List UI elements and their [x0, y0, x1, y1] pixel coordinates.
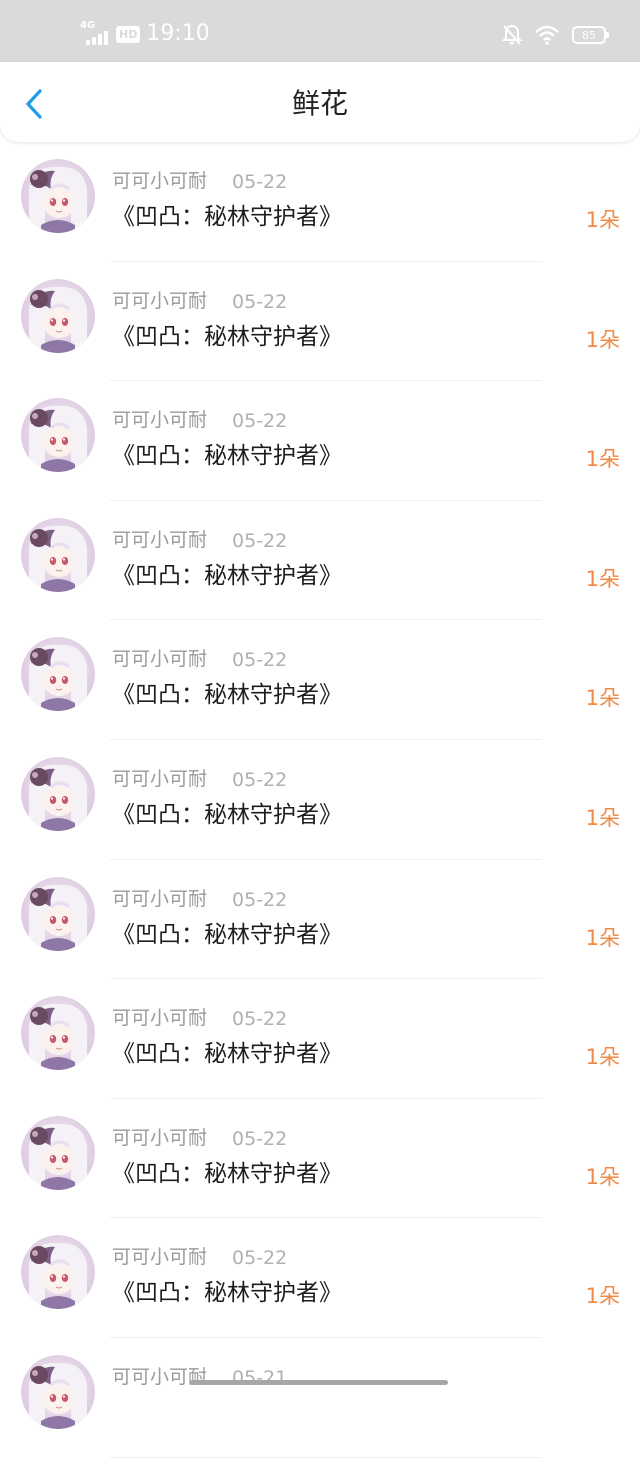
- user-name[interactable]: 可可小可耐: [112, 1126, 207, 1150]
- home-indicator[interactable]: [190, 1380, 448, 1385]
- list-item[interactable]: 可可小可耐 05-22 《凹凸：秘林守护者》 1朵: [0, 860, 640, 980]
- user-name[interactable]: 可可小可耐: [112, 1245, 207, 1269]
- flower-count: 1朵: [585, 925, 620, 950]
- list-item[interactable]: 可可小可耐 05-22 《凹凸：秘林守护者》 1朵: [0, 620, 640, 740]
- book-title: 《凹凸：秘林守护者》: [112, 1280, 342, 1307]
- list-item[interactable]: 可可小可耐 05-22 《凹凸：秘林守护者》 1朵: [0, 979, 640, 1099]
- avatar-art: [21, 637, 95, 712]
- avatar[interactable]: [21, 1115, 95, 1190]
- status-left: 4G HD 19:10: [80, 18, 210, 50]
- user-name[interactable]: 可可小可耐: [112, 1365, 207, 1389]
- list-item[interactable]: 可可小可耐 05-22 《凹凸：秘林守护者》 1朵: [0, 142, 640, 262]
- avatar[interactable]: [21, 996, 95, 1071]
- gift-date: 05-22: [232, 1247, 288, 1270]
- nav-bar: 鲜花: [0, 62, 640, 142]
- gift-date: 05-22: [232, 171, 288, 193]
- avatar[interactable]: [21, 876, 95, 951]
- user-name[interactable]: 可可小可耐: [112, 408, 207, 432]
- book-title: 《凹凸：秘林守护者》: [112, 921, 342, 948]
- status-right: 85: [502, 22, 609, 48]
- signal-icon: 4G: [80, 21, 112, 47]
- book-title: 《凹凸：秘林守护者》: [112, 443, 342, 470]
- avatar-art: [21, 517, 95, 592]
- book-title: 《凹凸：秘林守护者》: [112, 562, 342, 589]
- avatar[interactable]: [21, 278, 95, 353]
- wifi-icon: [535, 25, 559, 45]
- gift-date: 05-22: [232, 649, 288, 672]
- battery-icon: 85: [572, 26, 609, 44]
- avatar-art: [21, 159, 95, 233]
- status-bar: 4G HD 19:10 85: [0, 0, 640, 62]
- flower-count: 1朵: [585, 566, 620, 591]
- avatar[interactable]: [21, 1235, 95, 1310]
- battery-level: 85: [582, 28, 596, 42]
- user-name[interactable]: 可可小可耐: [112, 528, 207, 552]
- user-name[interactable]: 可可小可耐: [112, 289, 207, 313]
- flower-count: 1朵: [585, 686, 620, 711]
- mute-bell-icon: [502, 24, 522, 45]
- gift-date: 05-22: [232, 290, 288, 313]
- hd-badge: HD: [116, 25, 141, 43]
- avatar[interactable]: [21, 517, 95, 592]
- book-title: 《凹凸：秘林守护者》: [112, 1160, 342, 1187]
- avatar[interactable]: [21, 159, 95, 233]
- avatar-art: [21, 876, 95, 951]
- gift-date: 05-22: [232, 1127, 288, 1150]
- book-title: 《凹凸：秘林守护者》: [112, 801, 342, 828]
- list-item[interactable]: 可可小可耐 05-22 《凹凸：秘林守护者》 1朵: [0, 1218, 640, 1338]
- avatar-art: [21, 756, 95, 831]
- book-title: 《凹凸：秘林守护者》: [112, 1041, 342, 1068]
- book-title: 《凹凸：秘林守护者》: [112, 682, 342, 709]
- user-name[interactable]: 可可小可耐: [112, 1006, 207, 1030]
- avatar-art: [21, 1115, 95, 1190]
- network-type: 4G: [80, 20, 96, 31]
- list-item[interactable]: 可可小可耐 05-22 《凹凸：秘林守护者》 1朵: [0, 501, 640, 621]
- flower-count: 1朵: [585, 208, 620, 232]
- avatar[interactable]: [21, 756, 95, 831]
- avatar-art: [21, 398, 95, 473]
- avatar[interactable]: [21, 637, 95, 712]
- gift-date: 05-22: [232, 768, 288, 791]
- flower-count: 1朵: [585, 447, 620, 472]
- list-item[interactable]: 可可小可耐 05-22 《凹凸：秘林守护者》 1朵: [0, 262, 640, 382]
- avatar-art: [21, 1235, 95, 1310]
- gift-date: 05-22: [232, 1008, 288, 1031]
- flower-count: 1朵: [585, 327, 620, 352]
- divider: [110, 1456, 542, 1458]
- book-title: 《凹凸：秘林守护者》: [112, 323, 342, 350]
- flower-count: 1朵: [585, 1284, 620, 1309]
- user-name[interactable]: 可可小可耐: [112, 767, 207, 791]
- user-name[interactable]: 可可小可耐: [112, 887, 207, 911]
- avatar-art: [21, 996, 95, 1071]
- list-item[interactable]: 可可小可耐 05-22 《凹凸：秘林守护者》 1朵: [0, 381, 640, 501]
- page-title: 鲜花: [291, 87, 348, 120]
- flower-count: 1朵: [585, 805, 620, 830]
- book-title: 《凹凸：秘林守护者》: [112, 204, 342, 230]
- gift-date: 05-21: [232, 1366, 288, 1389]
- flower-record-list: 可可小可耐 05-22 《凹凸：秘林守护者》 1朵 可可小可耐 05-22 《凹凸：秘林守护…: [0, 142, 640, 1458]
- gift-date: 05-22: [232, 410, 288, 433]
- flower-count: 1朵: [585, 1045, 620, 1070]
- gift-date: 05-22: [232, 529, 288, 552]
- status-time: 19:10: [146, 21, 210, 46]
- flower-count: 1朵: [585, 1164, 620, 1189]
- avatar-art: [21, 1354, 95, 1429]
- user-name[interactable]: 可可小可耐: [112, 647, 207, 671]
- avatar[interactable]: [21, 398, 95, 473]
- list-item[interactable]: 可可小可耐 05-22 《凹凸：秘林守护者》 1朵: [0, 740, 640, 860]
- avatar[interactable]: [21, 1354, 95, 1429]
- list-item[interactable]: 可可小可耐 05-21: [0, 1338, 640, 1458]
- avatar-art: [21, 278, 95, 353]
- user-name[interactable]: 可可小可耐: [112, 169, 207, 193]
- list-item[interactable]: 可可小可耐 05-22 《凹凸：秘林守护者》 1朵: [0, 1099, 640, 1219]
- gift-date: 05-22: [232, 888, 288, 911]
